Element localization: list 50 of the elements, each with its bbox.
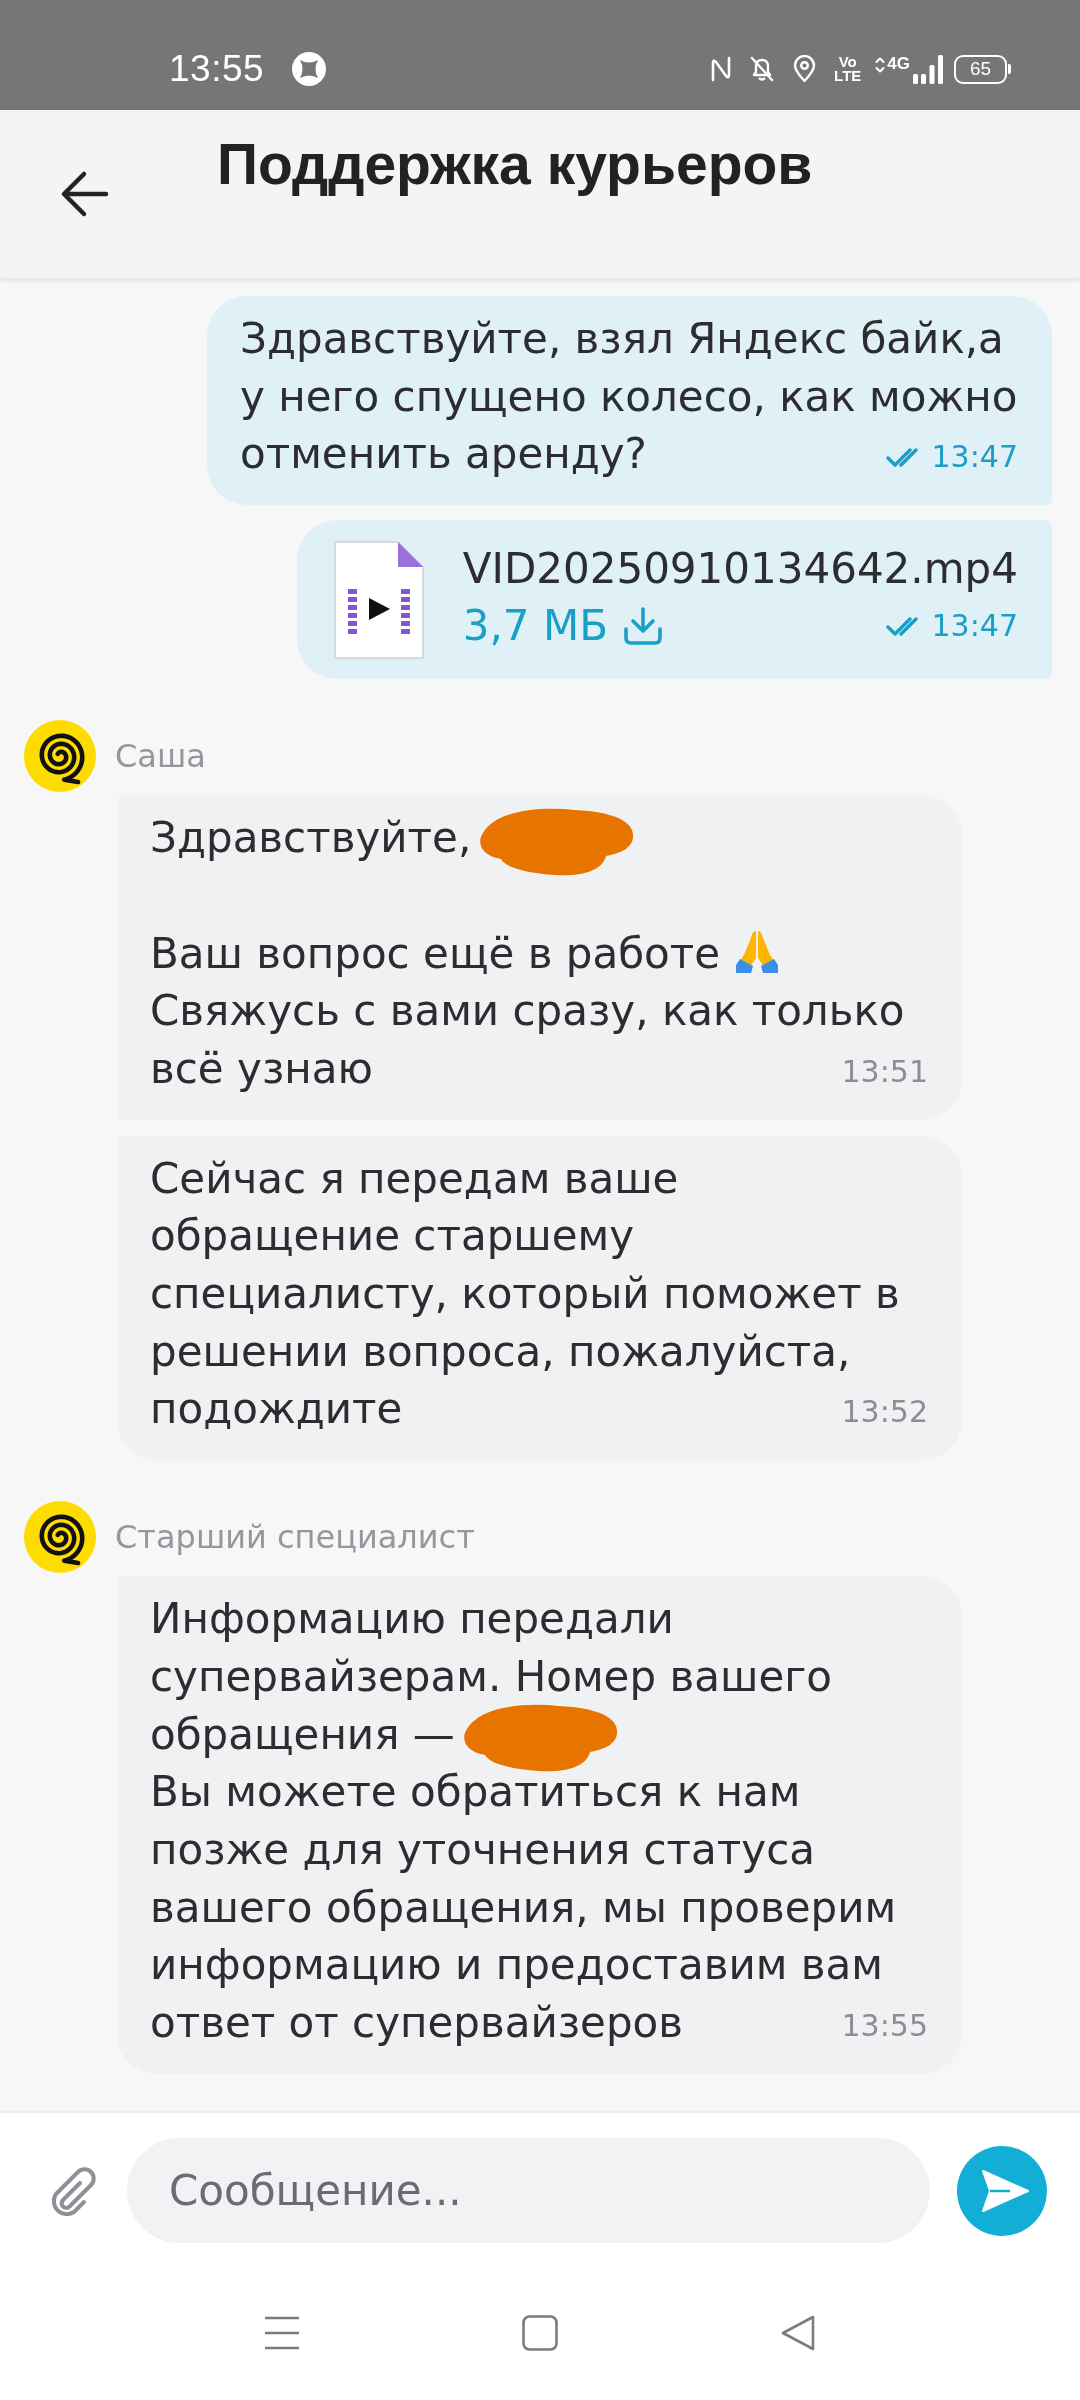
file-size: 3,7 МБ (462, 605, 608, 648)
chat-title: Поддержка курьеров (217, 131, 813, 197)
status-app-icon (292, 52, 327, 86)
bell-off-icon (749, 55, 776, 83)
back-arrow-icon[interactable] (60, 169, 109, 219)
message-text: Вы можете обратиться к нам (150, 1767, 801, 1817)
download-icon[interactable] (622, 606, 664, 647)
location-pin-icon (792, 55, 818, 83)
message-text: ответ от супервайзеров (150, 1998, 684, 2048)
message-text: у него спущено колесо, как можно (240, 371, 1018, 421)
message-text: Здравствуйте, взял Яндекс байк,а (240, 314, 1004, 363)
message-text: вашего обращения, мы проверим (150, 1882, 897, 1932)
spiral-avatar-icon (24, 1501, 96, 1574)
nav-menu-icon[interactable] (264, 2315, 300, 2351)
message-text: супервайзерам. Номер вашего (150, 1651, 832, 1701)
message-text: Сейчас я передам ваше (150, 1153, 679, 1203)
message-text: Здравствуйте, (150, 813, 472, 863)
message-text: подождите (150, 1384, 403, 1434)
message-text: всё узнаю (150, 1043, 373, 1093)
signal-bars-icon (913, 54, 943, 84)
message-text: обращение старшему (150, 1211, 635, 1261)
message-text: обращения — (150, 1709, 455, 1759)
message-time: 13:52 (841, 1397, 928, 1428)
sender-name: Саша (115, 737, 206, 776)
message-text: Информацию передали (150, 1594, 674, 1644)
message-input[interactable]: Сообщение... (127, 2138, 930, 2243)
data-arrows-icon (875, 56, 886, 73)
volte-label: Vo LTE (834, 55, 862, 83)
message-text: решении вопроса, пожалуйста, (150, 1326, 851, 1376)
nav-home-icon[interactable] (522, 2315, 558, 2351)
message-text: Свяжусь с вами сразу, как только (150, 986, 905, 1036)
message-text: информацию и предоставим вам (150, 1940, 883, 1990)
message-text: специалисту, который поможет в (150, 1269, 900, 1318)
message-time: 13:51 (841, 1056, 928, 1087)
message-text: Ваш вопрос ещё в работе (150, 928, 721, 978)
sender-name: Старший специалист (115, 1518, 475, 1557)
status-time: 13:55 (169, 48, 265, 90)
message-text: позже для уточнения статуса (150, 1824, 815, 1874)
send-icon[interactable] (980, 2168, 1030, 2213)
file-name: VID20250910134642.mp4 (462, 543, 1018, 596)
spiral-avatar-icon (24, 720, 96, 793)
network-type: 4G (887, 54, 910, 72)
nav-back-icon[interactable] (780, 2315, 816, 2351)
message-time: 13:47 (931, 442, 1018, 473)
message-text: отменить аренду? (240, 429, 647, 479)
video-file-icon (333, 541, 424, 660)
message-time: 13:55 (841, 2010, 928, 2041)
battery-indicator: 65 (954, 54, 1011, 84)
file-message-bubble[interactable]: VID20250910134642.mp4 3,7 МБ 13:47 (296, 520, 1052, 680)
message-time: 13:47 (931, 611, 1018, 642)
